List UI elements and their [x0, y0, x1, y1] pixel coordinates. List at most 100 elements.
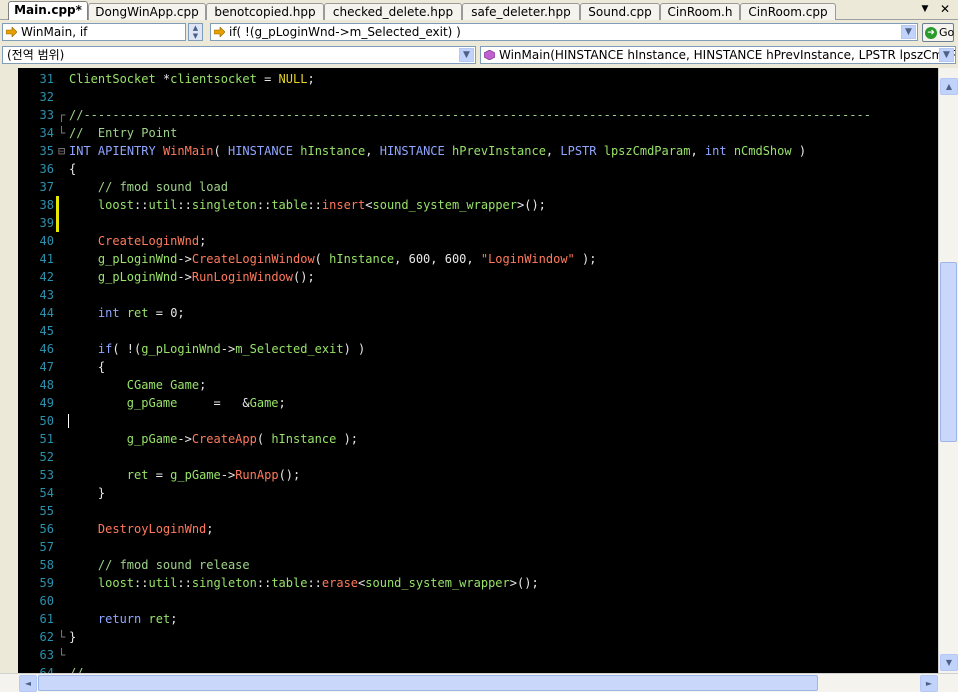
code-token: sound_system_wrapper — [365, 576, 510, 590]
code-line[interactable]: 61 return ret; — [0, 610, 938, 628]
code-line[interactable]: 45 — [0, 322, 938, 340]
bookmark-combo[interactable]: WinMain, if — [2, 23, 186, 41]
code-line[interactable]: 63 └ — [0, 646, 938, 664]
code-token: = — [256, 72, 279, 86]
code-token: < — [365, 198, 373, 212]
tab-dongwinapp-cpp[interactable]: DongWinApp.cpp — [88, 3, 206, 20]
spin-up-icon[interactable]: ▲ — [189, 24, 202, 32]
code-line[interactable]: 37 // fmod sound load — [0, 178, 938, 196]
code-token: g_pGame — [170, 468, 221, 482]
scroll-down-icon[interactable]: ▼ — [940, 654, 958, 671]
scope-bar: (전역 범위) ▼ WinMain(HINSTANCE hInstance, H… — [0, 44, 958, 67]
code-token: = & — [177, 396, 250, 410]
code-line[interactable]: 62 └} — [0, 628, 938, 646]
collapse-icon[interactable]: ⊟ — [58, 142, 68, 160]
bookmark-spinner[interactable]: ▲ ▼ — [188, 23, 203, 41]
scroll-right-icon[interactable]: ► — [920, 675, 938, 692]
code-text: g_pLoginWnd->RunLoginWindow(); — [69, 268, 315, 286]
code-line[interactable]: 64 // — [0, 664, 938, 673]
tab-benotcopied-hpp[interactable]: benotcopied.hpp — [206, 3, 324, 20]
fold-guide: └ — [58, 648, 66, 662]
code-token: ( — [314, 252, 330, 266]
code-editor[interactable]: 31 ClientSocket *clientsocket = NULL; 32 33… — [0, 68, 938, 673]
code-line[interactable]: 39 — [0, 214, 938, 232]
scope-combo[interactable]: (전역 범위) ▼ — [2, 46, 476, 64]
code-line[interactable]: 35 ⊟ INT APIENTRY WinMain( HINSTANCE hInst… — [0, 142, 938, 160]
chevron-down-icon[interactable]: ▼ — [939, 48, 954, 62]
code-token: -> — [177, 252, 192, 266]
code-line[interactable]: 40 CreateLoginWnd; — [0, 232, 938, 250]
code-line[interactable]: 56 DestroyLoginWnd; — [0, 520, 938, 538]
code-text: g_pLoginWnd->CreateLoginWindow( hInstanc… — [69, 250, 597, 268]
vertical-scroll-thumb[interactable] — [940, 262, 957, 442]
code-text: if( !(g_pLoginWnd->m_Selected_exit) ) — [69, 340, 365, 358]
code-line[interactable]: 43 — [0, 286, 938, 304]
close-document-button[interactable]: ✕ — [938, 2, 952, 16]
code-line[interactable]: 57 — [0, 538, 938, 556]
code-text: g_pGame->CreateApp( hInstance ); — [69, 430, 358, 448]
code-text: // Entry Point — [69, 124, 177, 142]
code-line[interactable]: 51 g_pGame->CreateApp( hInstance ); — [0, 430, 938, 448]
code-token: table — [271, 576, 308, 590]
code-token: ; — [170, 612, 178, 626]
code-token: -> — [220, 468, 236, 482]
code-token: hPrevInstance — [452, 144, 546, 158]
code-line[interactable]: 36 { — [0, 160, 938, 178]
code-line[interactable]: 34 └// Entry Point — [0, 124, 938, 142]
navigation-bar: WinMain, if ▲ ▼ if( !(g_pLoginWnd->m_Sel… — [0, 21, 958, 44]
code-line[interactable]: 50 — [0, 412, 938, 430]
code-token: ); — [574, 252, 597, 266]
tab-main-cpp[interactable]: Main.cpp* — [8, 1, 88, 20]
code-line[interactable]: 33 ┌//-----------------------------------… — [0, 106, 938, 124]
code-line[interactable]: 60 — [0, 592, 938, 610]
code-text: CGame Game; — [69, 376, 207, 394]
code-token: ) ) — [343, 342, 366, 356]
line-number: 57 — [39, 540, 54, 554]
code-line[interactable]: 48 CGame Game; — [0, 376, 938, 394]
code-line[interactable]: 53 ret = g_pGame->RunApp(); — [0, 466, 938, 484]
code-line[interactable]: 54 } — [0, 484, 938, 502]
tab-cinroom-h[interactable]: CinRoom.h — [660, 3, 740, 20]
code-token: } — [69, 630, 77, 644]
code-line[interactable]: 49 g_pGame = &Game; — [0, 394, 938, 412]
go-button[interactable]: ➜ Go — [922, 23, 954, 42]
tab-checked-delete-hpp[interactable]: checked_delete.hpp — [324, 3, 462, 20]
chevron-down-icon[interactable]: ▼ — [459, 48, 474, 62]
code-line[interactable]: 46 if( !(g_pLoginWnd->m_Selected_exit) ) — [0, 340, 938, 358]
tab-list-dropdown-button[interactable]: ▼ — [918, 2, 932, 16]
code-line[interactable]: 55 — [0, 502, 938, 520]
scroll-up-icon[interactable]: ▲ — [940, 78, 958, 95]
tab-sound-cpp[interactable]: Sound.cpp — [580, 3, 660, 20]
tab-cinroom-cpp[interactable]: CinRoom.cpp — [740, 3, 836, 20]
code-line[interactable]: 31 ClientSocket *clientsocket = NULL; — [0, 70, 938, 88]
code-token: HINSTANCE — [379, 144, 445, 158]
vertical-scrollbar[interactable]: ▲ ▼ — [938, 68, 958, 673]
function-combo[interactable]: WinMain(HINSTANCE hInstance, HINSTANCE h… — [480, 46, 956, 64]
code-line[interactable]: 42 g_pLoginWnd->RunLoginWindow(); — [0, 268, 938, 286]
go-arrow-icon: ➜ — [925, 27, 937, 39]
code-token: ) — [791, 144, 807, 158]
code-token: ret — [126, 468, 149, 482]
code-line[interactable]: 38 loost::util::singleton::table::insert… — [0, 196, 938, 214]
code-line[interactable]: 47 { — [0, 358, 938, 376]
code-line[interactable]: 52 — [0, 448, 938, 466]
code-line[interactable]: 59 loost::util::singleton::table::erase<… — [0, 574, 938, 592]
code-line[interactable]: 44 int ret = 0; — [0, 304, 938, 322]
chevron-down-icon[interactable]: ▼ — [901, 25, 916, 39]
statement-combo[interactable]: if( !(g_pLoginWnd->m_Selected_exit) ) ▼ — [210, 23, 918, 41]
change-marker — [56, 214, 59, 232]
scroll-left-icon[interactable]: ◄ — [19, 675, 37, 692]
code-token: g_pLoginWnd — [97, 252, 178, 266]
horizontal-scroll-thumb[interactable] — [38, 675, 818, 691]
code-line[interactable]: 58 // fmod sound release — [0, 556, 938, 574]
code-token: loost — [97, 198, 135, 212]
code-line[interactable]: 32 — [0, 88, 938, 106]
code-line[interactable]: 41 g_pLoginWnd->CreateLoginWindow( hInst… — [0, 250, 938, 268]
spin-down-icon[interactable]: ▼ — [189, 32, 202, 40]
horizontal-scrollbar[interactable]: ◄ ► — [0, 673, 958, 692]
tab-safe-deleter-hpp[interactable]: safe_deleter.hpp — [462, 3, 580, 20]
